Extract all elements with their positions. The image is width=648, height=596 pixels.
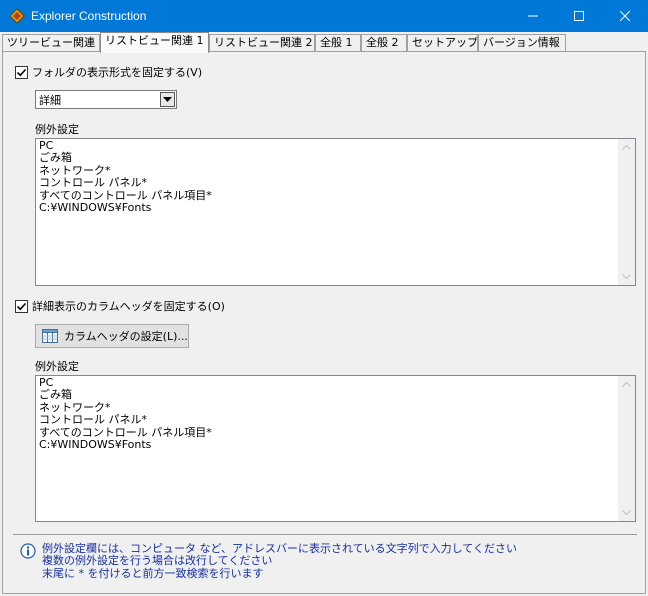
list-item: C:¥WINDOWS¥Fonts: [39, 438, 152, 452]
exceptions-textarea-1[interactable]: PC ごみ箱 ネットワーク* コントロール パネル* すべてのコントロール パネ…: [35, 138, 636, 286]
view-mode-value: 詳細: [39, 93, 61, 107]
exceptions-label-1: 例外設定: [35, 123, 79, 136]
help-notes: 例外設定欄には、コンピュータ など、アドレスバーに表示されている文字列で入力して…: [42, 542, 517, 580]
close-icon: [620, 11, 630, 21]
exceptions-textarea-2[interactable]: PC ごみ箱 ネットワーク* コントロール パネル* すべてのコントロール パネ…: [35, 375, 636, 522]
tab-tree-view[interactable]: ツリービュー関連: [2, 34, 100, 52]
checkbox-box[interactable]: [15, 65, 28, 79]
info-icon: [20, 543, 36, 559]
exceptions-lines-2: PC ごみ箱 ネットワーク* コントロール パネル* すべてのコントロール パネ…: [39, 376, 212, 452]
list-item: ごみ箱: [39, 151, 72, 165]
footer-divider: [13, 534, 637, 535]
window-title: Explorer Construction: [31, 9, 147, 23]
minimize-button[interactable]: [510, 0, 556, 32]
tab-list-view-1[interactable]: リストビュー関連 1: [100, 32, 209, 53]
tab-version-info[interactable]: バージョン情報: [478, 34, 566, 52]
checkmark-icon: [16, 302, 27, 310]
list-item: コントロール パネル*: [39, 413, 147, 427]
column-table-icon: [42, 329, 58, 343]
fix-column-header-label: 詳細表示のカラムヘッダを固定する(O): [32, 300, 225, 313]
app-diamond-icon: [9, 8, 25, 24]
exceptions-label-2: 例外設定: [35, 360, 79, 373]
list-item: C:¥WINDOWS¥Fonts: [39, 201, 152, 215]
scroll-up-icon[interactable]: [618, 376, 635, 393]
maximize-button[interactable]: [556, 0, 602, 32]
tab-setup[interactable]: セットアップ: [407, 34, 478, 52]
checkmark-icon: [16, 68, 27, 76]
close-button[interactable]: [602, 0, 648, 32]
chevron-down-icon[interactable]: [160, 92, 175, 107]
column-header-settings-label: カラムヘッダの設定(L)...: [64, 330, 188, 343]
vertical-scrollbar[interactable]: [618, 376, 635, 521]
exceptions-lines-1: PC ごみ箱 ネットワーク* コントロール パネル* すべてのコントロール パネ…: [39, 139, 212, 215]
tab-general-1[interactable]: 全般 1: [315, 34, 361, 52]
fix-folder-view-checkbox[interactable]: フォルダの表示形式を固定する(V): [15, 64, 202, 80]
list-item: コントロール パネル*: [39, 176, 147, 190]
tab-general-2[interactable]: 全般 2: [361, 34, 407, 52]
fix-folder-view-label: フォルダの表示形式を固定する(V): [32, 66, 203, 79]
maximize-icon: [574, 11, 584, 21]
checkbox-box[interactable]: [15, 299, 28, 313]
note-line: 末尾に * を付けると前方一致検索を行います: [42, 566, 264, 580]
scroll-down-icon[interactable]: [618, 504, 635, 521]
note-line: 複数の例外設定を行う場合は改行してください: [42, 554, 273, 568]
view-mode-select[interactable]: 詳細: [35, 90, 177, 109]
scroll-up-icon[interactable]: [618, 139, 635, 156]
minimize-icon: [528, 15, 538, 17]
fix-column-header-checkbox[interactable]: 詳細表示のカラムヘッダを固定する(O): [15, 298, 225, 314]
list-item: ごみ箱: [39, 388, 72, 402]
column-header-settings-button[interactable]: カラムヘッダの設定(L)...: [35, 324, 189, 348]
tab-list-view-2[interactable]: リストビュー関連 2: [209, 34, 315, 52]
title-bar[interactable]: Explorer Construction: [0, 0, 648, 32]
scroll-down-icon[interactable]: [618, 268, 635, 285]
vertical-scrollbar[interactable]: [618, 139, 635, 285]
tab-strip: ツリービュー関連 リストビュー関連 1 リストビュー関連 2 全般 1 全般 2…: [2, 32, 646, 53]
